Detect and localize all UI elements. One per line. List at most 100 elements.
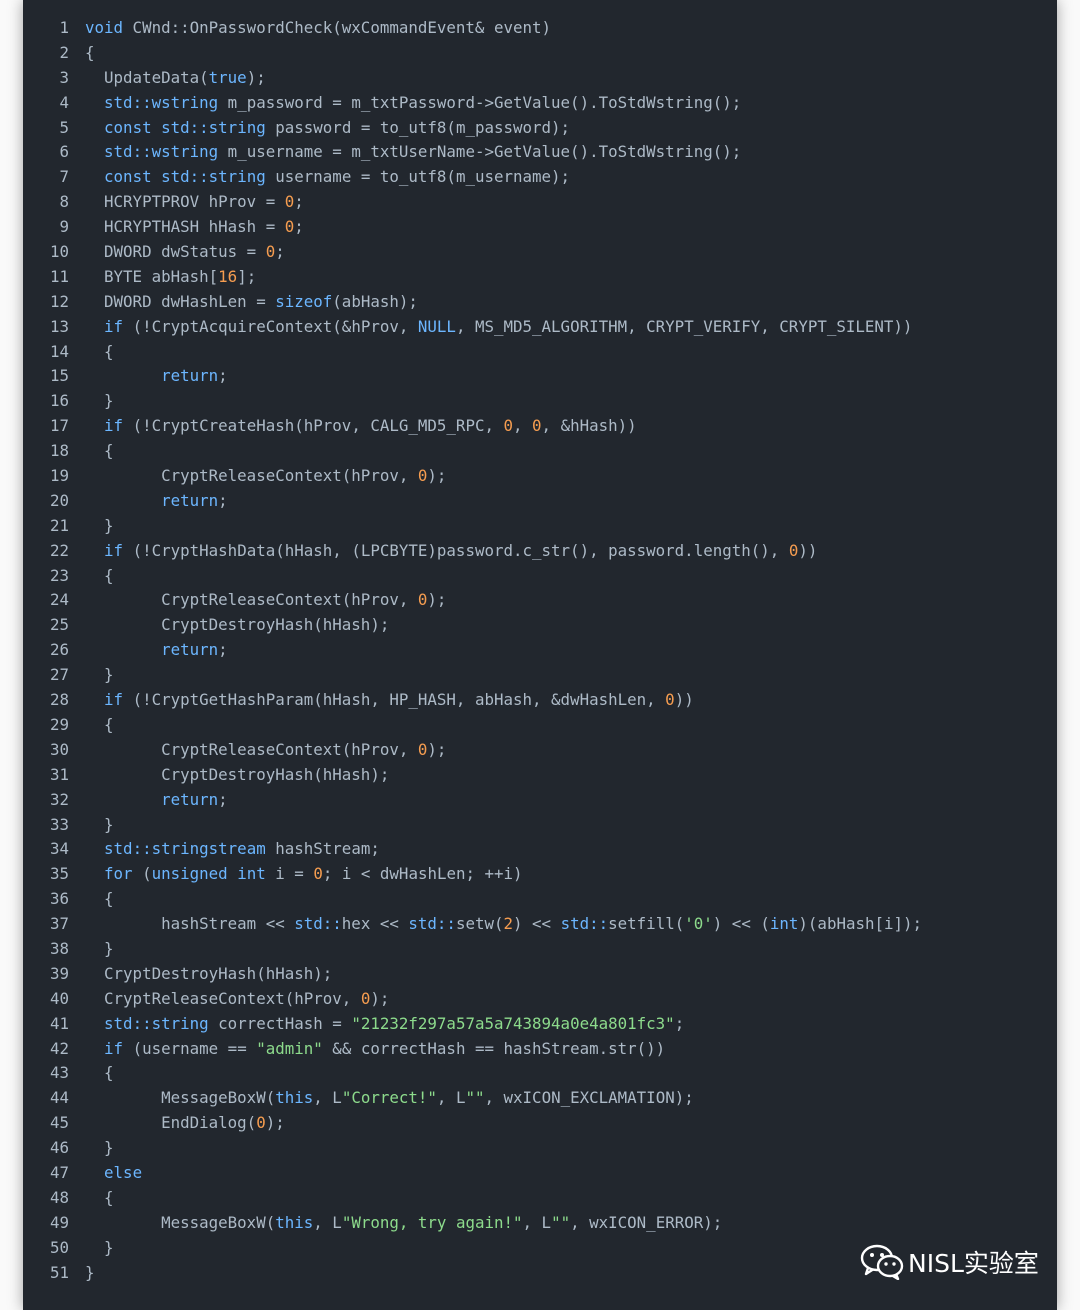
code-token: , [513,416,533,436]
code-line: 40 CryptReleaseContext(hProv, 0); [23,987,1057,1012]
code-token: NULL [417,316,456,336]
line-number: 35 [49,864,69,884]
code-token: , L [522,1212,552,1232]
code-line: 28 if (!CryptGetHashParam(hHash, HP_HASH… [23,688,1057,713]
code-token: "21232f297a57a5a743894a0e4a801fc3" [351,1013,675,1033]
watermark-text: NISL实验室 [908,1249,1039,1278]
code-line: 33 } [23,813,1057,838]
code-token: { [85,1063,114,1083]
code-line: 41 std::string correctHash = "21232f297a… [23,1012,1057,1037]
code-line: 36 { [23,887,1057,912]
code-line: 49 MessageBoxW(this, L"Wrong, try again!… [23,1211,1057,1236]
code-token: std:: [408,914,456,934]
code-token: { [85,42,95,62]
code-token: } [85,1138,114,1158]
code-token: if [104,1038,124,1058]
code-token: { [85,714,114,734]
code-token: ; i < dwHashLen; ++i) [322,864,523,884]
code-line: 13 if (!CryptAcquireContext(&hProv, NULL… [23,315,1057,340]
line-number: 25 [49,615,69,635]
code-token: && correctHash == hashStream.str()) [322,1038,666,1058]
code-token: , wxICON_EXCLAMATION); [484,1088,694,1108]
code-token: EndDialog( [85,1113,257,1133]
code-token: void [85,18,124,37]
code-token: hex << [341,914,409,934]
code-token: if [104,540,124,560]
line-number: 50 [49,1237,69,1257]
code-line: 15 return; [23,364,1057,389]
code-token: std::wstring [104,92,219,112]
code-token: 0 [665,690,675,710]
code-token: MessageBoxW( [85,1088,276,1108]
code-token: { [85,1187,114,1207]
code-token: 0 [284,192,295,212]
line-number: 19 [49,466,69,486]
line-number: 37 [49,914,69,934]
code-line: 8 HCRYPTPROV hProv = 0; [23,190,1057,215]
code-token: 0 [503,416,513,436]
line-number: 12 [49,291,69,311]
code-token: } [85,814,114,834]
code-token: "" [465,1088,485,1108]
line-number: 23 [49,565,69,585]
line-number: 30 [49,739,69,759]
code-token: { [85,565,114,585]
code-line: 25 CryptDestroyHash(hHash); [23,613,1057,638]
code-token: return [161,789,219,809]
code-line: 29 { [23,713,1057,738]
line-number: 49 [49,1212,69,1232]
code-token: (abHash); [332,291,418,311]
code-token: "" [551,1212,571,1232]
code-token: 0 [417,466,428,486]
code-token: correctHash = [208,1013,352,1033]
code-token: std::string [104,1013,209,1033]
code-token: 0 [265,242,276,262]
code-token: , wxICON_ERROR); [570,1212,723,1232]
watermark: NISL实验室 [860,1242,1039,1282]
line-number: 43 [49,1063,69,1083]
code-token: username = to_utf8(m_username); [265,167,571,187]
code-line: 27 } [23,663,1057,688]
code-token: ); [370,988,390,1008]
code-token: for [104,864,133,884]
line-number: 51 [49,1262,69,1282]
code-line: 23 { [23,564,1057,589]
code-line: 32 return; [23,788,1057,813]
code-token: HCRYPTPROV hProv = [85,192,285,212]
code-token: true [208,67,247,87]
code-token: )(abHash[i]); [798,914,923,934]
line-number: 13 [49,316,69,336]
line-number: 10 [49,242,69,262]
code-token: ; [294,192,304,212]
code-token: int [237,864,266,884]
code-line: 30 CryptReleaseContext(hProv, 0); [23,738,1057,763]
code-line: 47 else [23,1161,1057,1186]
code-token: (!CryptCreateHash(hProv, CALG_MD5_RPC, [123,416,504,436]
line-number: 44 [49,1088,69,1108]
code-line: 22 if (!CryptHashData(hHash, (LPCBYTE)pa… [23,539,1057,564]
code-token: { [85,341,114,361]
wechat-icon [860,1244,904,1280]
code-line: 42 if (username == "admin" && correctHas… [23,1037,1057,1062]
code-token: const [104,167,152,187]
line-number: 15 [49,366,69,386]
code-token: CryptReleaseContext(hProv, [85,988,361,1008]
code-token: { [85,889,114,909]
code-token: ); [427,739,447,759]
line-number: 29 [49,714,69,734]
code-token: ; [218,366,228,386]
code-token: CryptDestroyHash(hHash); [85,963,333,983]
line-number: 21 [49,515,69,535]
line-number: 48 [49,1187,69,1207]
code-token: std:: [560,914,609,934]
code-line: 34 std::stringstream hashStream; [23,837,1057,862]
code-line: 39 CryptDestroyHash(hHash); [23,962,1057,987]
code-token: std::string [161,167,266,187]
